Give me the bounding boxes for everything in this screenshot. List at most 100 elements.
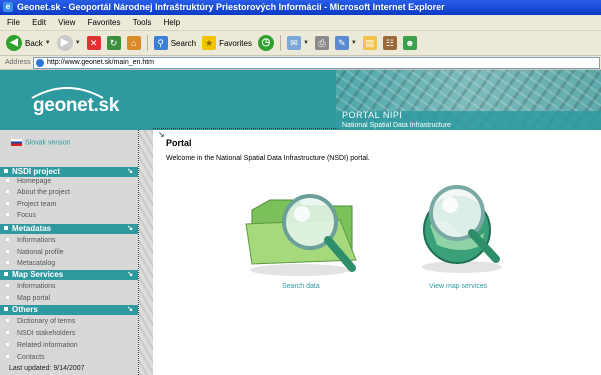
- page-icon: [36, 59, 44, 67]
- collapse-arrow-icon: ↘: [127, 306, 133, 313]
- window-titlebar: e Geonet.sk - Geoportál Národnej Infraštr…: [0, 0, 601, 15]
- sidebar-item-label: National profile: [17, 249, 64, 256]
- sidebar-item-focus[interactable]: Focus: [0, 211, 138, 221]
- folder-icon: ▤: [362, 36, 377, 50]
- slovak-version-link[interactable]: Slovak version: [11, 139, 71, 146]
- menu-view[interactable]: View: [58, 18, 75, 27]
- corner-arrow-icon: ↘: [158, 130, 165, 139]
- edit-button[interactable]: ✎ ▼: [334, 36, 357, 50]
- back-button[interactable]: ◀ Back ▼: [6, 35, 51, 51]
- stop-button[interactable]: ✕: [86, 36, 101, 50]
- menu-file[interactable]: File: [7, 18, 20, 27]
- site-logo[interactable]: geonet.sk: [33, 95, 119, 117]
- sidebar-item-map-informations[interactable]: Informations: [0, 282, 138, 292]
- sidebar-item-map-portal[interactable]: Map portal: [0, 294, 138, 304]
- address-input[interactable]: http://www.geonet.sk/main_en.htm: [33, 57, 600, 69]
- home-icon: ⌂: [126, 36, 141, 50]
- history-button[interactable]: ◷: [257, 35, 274, 51]
- search-data-icon[interactable]: [240, 180, 370, 280]
- toolbar: ◀ Back ▼ ▶ ▼ ✕ ↻ ⌂ ⚲ Search ★ Favorites …: [0, 31, 601, 56]
- search-button[interactable]: ⚲ Search: [153, 36, 197, 50]
- collapse-arrow-icon: ↘: [127, 225, 133, 232]
- favorites-button[interactable]: ★ Favorites: [202, 36, 252, 50]
- last-updated: Last updated: 9/14/2007: [9, 365, 85, 372]
- search-data-link[interactable]: Search data: [282, 283, 320, 290]
- menu-tools[interactable]: Tools: [133, 18, 152, 27]
- refresh-icon: ↻: [106, 36, 121, 50]
- sidebar-section-metadatas[interactable]: Metadatas ↘: [0, 224, 138, 234]
- mail-icon: ✉: [286, 36, 301, 50]
- ie-icon: e: [3, 2, 13, 12]
- aerial-photo: [336, 70, 601, 130]
- sidebar-section-map-services[interactable]: Map Services ↘: [0, 270, 138, 280]
- bullet-icon: [4, 169, 8, 174]
- sidebar-item-national-profile[interactable]: National profile: [0, 248, 138, 258]
- messenger-button[interactable]: ☻: [402, 36, 417, 50]
- collapse-arrow-icon: ↘: [127, 168, 133, 175]
- sidebar-section-others[interactable]: Others ↘: [0, 305, 138, 315]
- welcome-text: Welcome in the National Spatial Data Inf…: [166, 155, 370, 162]
- forward-button[interactable]: ▶ ▼: [56, 35, 81, 51]
- window-title: Geonet.sk - Geoportál Národnej Infraštru…: [17, 2, 445, 12]
- print-icon: ⎙: [314, 36, 329, 50]
- slovak-version-label: Slovak version: [25, 139, 71, 147]
- sidebar-section-nsdi-project[interactable]: NSDI project ↘: [0, 167, 138, 177]
- sidebar-item-label: About the project: [17, 189, 70, 196]
- sidebar-item-related-information[interactable]: Related information: [0, 341, 138, 351]
- sidebar-item-label: Homepage: [17, 178, 52, 185]
- sidebar-item-about-the-project[interactable]: About the project: [0, 188, 138, 198]
- sidebar-item-project-team[interactable]: Project team: [0, 200, 138, 210]
- toolbar-separator: [279, 35, 281, 51]
- view-map-services-link[interactable]: View map services: [429, 283, 487, 290]
- mail-button[interactable]: ✉ ▼: [286, 36, 309, 50]
- refresh-button[interactable]: ↻: [106, 36, 121, 50]
- stop-icon: ✕: [86, 36, 101, 50]
- history-icon: ◷: [257, 35, 274, 51]
- menu-help[interactable]: Help: [164, 18, 180, 27]
- favorites-label: Favorites: [219, 38, 252, 48]
- chevron-down-icon: ▼: [74, 40, 81, 46]
- chevron-down-icon: ▼: [44, 40, 51, 46]
- research-button[interactable]: ☷: [382, 36, 397, 50]
- sidebar-item-stakeholders[interactable]: NSDI stakeholders: [0, 329, 138, 339]
- sidebar-item-label: Informations: [17, 283, 56, 290]
- search-icon: ⚲: [153, 36, 168, 50]
- sidebar-item-informations[interactable]: Informations: [0, 236, 138, 246]
- sidebar-item-label: Map portal: [17, 295, 51, 302]
- sidebar-item-homepage[interactable]: Homepage: [0, 177, 138, 187]
- edit-page-icon: ✎: [334, 36, 349, 50]
- address-label: Address: [5, 59, 31, 66]
- decorative-strip: [139, 130, 153, 375]
- section-title: Others: [12, 305, 38, 314]
- menu-bar: File Edit View Favorites Tools Help: [0, 15, 601, 31]
- divider: [153, 128, 338, 129]
- sidebar-item-dictionary[interactable]: Dictionary of terms: [0, 317, 138, 327]
- sidebar-item-label: Related information: [17, 342, 78, 349]
- sidebar-item-label: Contacts: [17, 354, 45, 361]
- sidebar-item-metacatalog[interactable]: Metacatalog: [0, 259, 138, 269]
- sidebar-item-label: NSDI stakeholders: [17, 330, 76, 337]
- back-arrow-icon: ◀: [6, 35, 22, 51]
- sidebar-item-label: Project team: [17, 201, 57, 208]
- sidebar-item-contacts[interactable]: Contacts: [0, 353, 138, 363]
- bullet-icon: [4, 307, 8, 312]
- menu-favorites[interactable]: Favorites: [88, 18, 121, 27]
- section-title: Map Services: [12, 270, 64, 279]
- bullet-icon: [4, 272, 8, 277]
- books-icon: ☷: [382, 36, 397, 50]
- address-url: http://www.geonet.sk/main_en.htm: [47, 59, 154, 66]
- search-label: Search: [170, 38, 197, 48]
- slovak-flag-icon: [11, 139, 22, 146]
- folder-button[interactable]: ▤: [362, 36, 377, 50]
- view-map-services-icon[interactable]: [412, 175, 512, 275]
- section-title: Metadatas: [12, 224, 52, 233]
- sidebar-item-label: Metacatalog: [17, 260, 56, 267]
- print-button[interactable]: ⎙: [314, 36, 329, 50]
- portal-subtitle: National Spatial Data Infrastructure: [342, 122, 451, 129]
- menu-edit[interactable]: Edit: [32, 18, 46, 27]
- chevron-down-icon: ▼: [350, 40, 357, 46]
- home-button[interactable]: ⌂: [126, 36, 141, 50]
- bullet-icon: [4, 226, 8, 231]
- back-label: Back: [25, 38, 43, 48]
- forward-arrow-icon: ▶: [56, 35, 73, 51]
